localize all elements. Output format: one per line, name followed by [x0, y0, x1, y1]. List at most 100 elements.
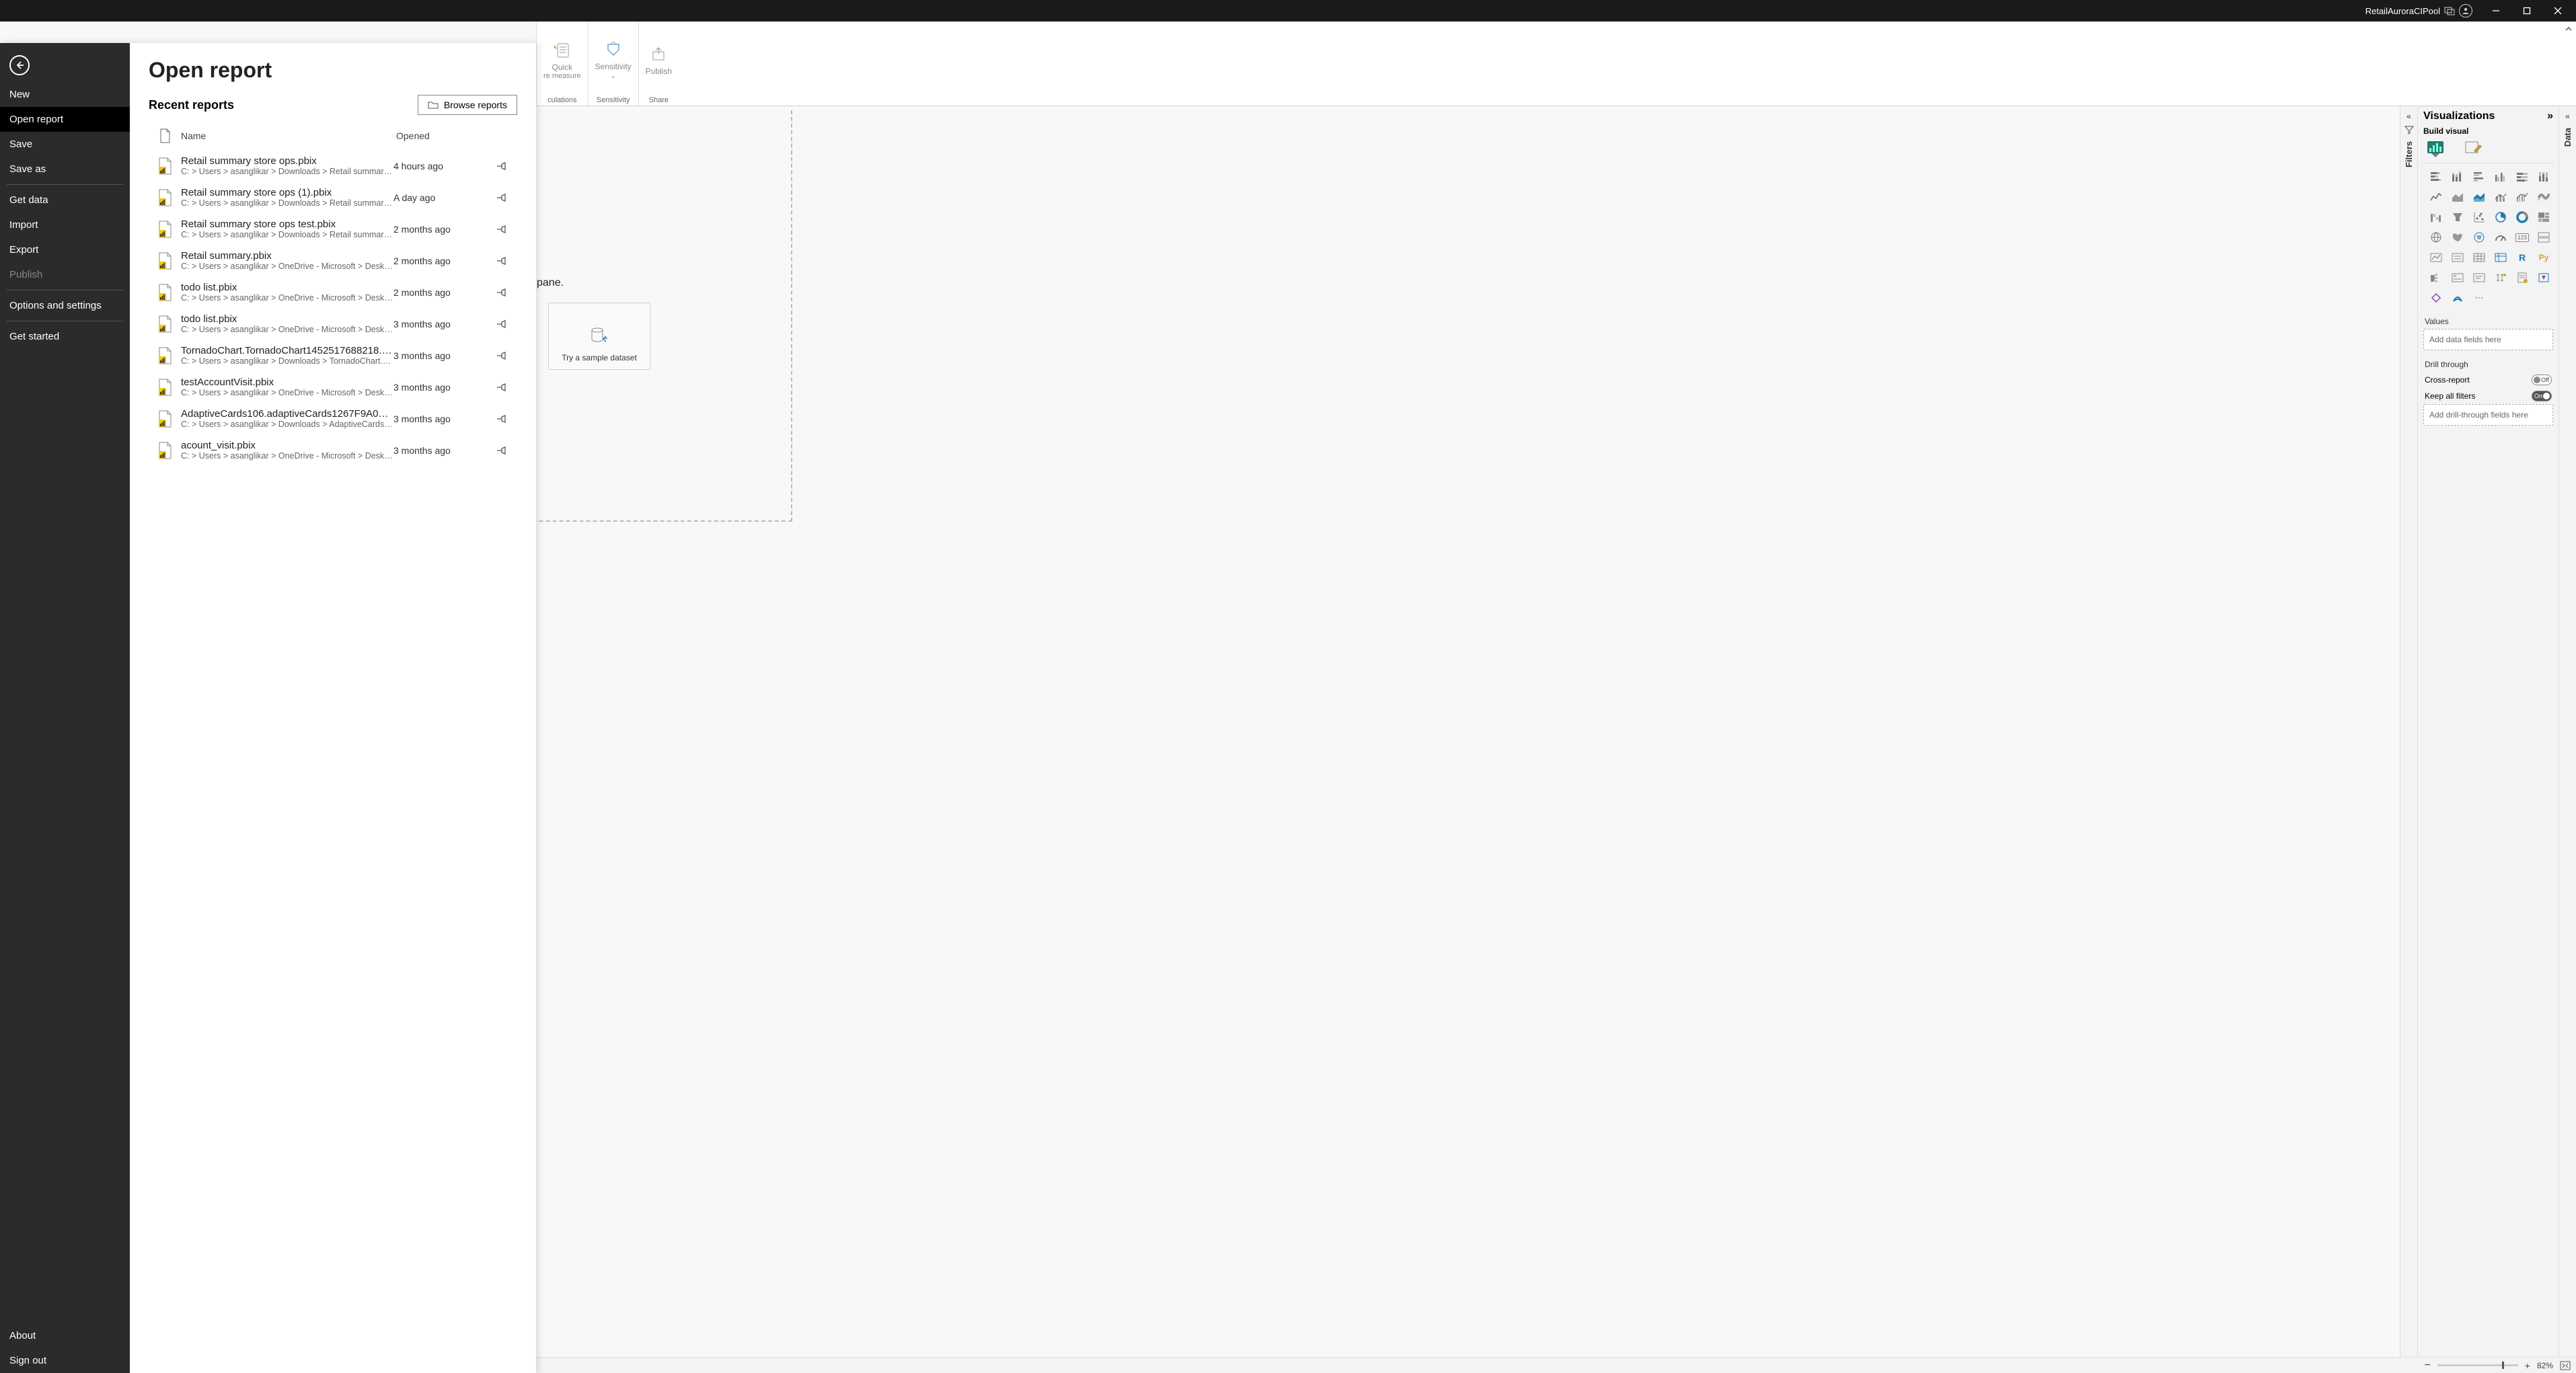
- nav-export[interactable]: Export: [0, 237, 130, 262]
- nav-sign-out[interactable]: Sign out: [0, 1348, 130, 1373]
- key-influencers-icon[interactable]: [2427, 270, 2445, 286]
- sensitivity-button[interactable]: Sensitivity ⌄: [595, 39, 632, 80]
- drill-through-placeholder: Add drill-through fields here: [2429, 410, 2528, 420]
- drill-through-label: Drill through: [2418, 354, 2559, 372]
- report-row[interactable]: Retail summary store ops test.pbixC: > U…: [149, 213, 515, 245]
- line-clustered-column-icon[interactable]: [2513, 189, 2531, 205]
- ribbon-chart-icon[interactable]: [2535, 189, 2552, 205]
- line-stacked-column-icon[interactable]: [2492, 189, 2509, 205]
- nav-save[interactable]: Save: [0, 132, 130, 157]
- smart-narrative-icon[interactable]: [2492, 270, 2509, 286]
- area-chart-icon[interactable]: [2449, 189, 2466, 205]
- card-icon[interactable]: 123: [2513, 229, 2531, 245]
- nav-import[interactable]: Import: [0, 212, 130, 237]
- data-pane-collapsed[interactable]: « Data: [2559, 106, 2576, 1357]
- format-visual-tab[interactable]: [2464, 140, 2483, 156]
- funnel-chart-icon[interactable]: [2449, 209, 2466, 225]
- report-row[interactable]: testAccountVisit.pbixC: > Users > asangl…: [149, 371, 515, 403]
- pin-button[interactable]: [488, 319, 515, 329]
- table-icon[interactable]: [2470, 249, 2488, 266]
- report-row[interactable]: TornadoChart.TornadoChart1452517688218.2…: [149, 340, 515, 371]
- pie-chart-icon[interactable]: [2492, 209, 2509, 225]
- python-visual-icon[interactable]: Py: [2535, 249, 2552, 266]
- paginated-report-icon[interactable]: [2513, 270, 2531, 286]
- power-automate-icon[interactable]: [2427, 290, 2445, 306]
- clustered-bar-chart-icon[interactable]: [2470, 169, 2488, 185]
- nav-about[interactable]: About: [0, 1323, 130, 1348]
- nav-open-report[interactable]: Open report: [0, 107, 130, 132]
- hundred-stacked-bar-icon[interactable]: [2513, 169, 2531, 185]
- fit-to-page-button[interactable]: [2560, 1361, 2571, 1370]
- stacked-bar-chart-icon[interactable]: [2427, 169, 2445, 185]
- clustered-column-chart-icon[interactable]: [2492, 169, 2509, 185]
- waterfall-chart-icon[interactable]: [2427, 209, 2445, 225]
- try-sample-dataset-card[interactable]: Try a sample dataset: [548, 303, 650, 370]
- donut-chart-icon[interactable]: [2513, 209, 2531, 225]
- report-row[interactable]: Retail summary store ops (1).pbixC: > Us…: [149, 182, 515, 213]
- nav-save-as[interactable]: Save as: [0, 157, 130, 182]
- account-area[interactable]: RetailAuroraCIPool: [2365, 4, 2472, 17]
- matrix-icon[interactable]: [2492, 249, 2509, 266]
- scatter-chart-icon[interactable]: [2470, 209, 2488, 225]
- minimize-button[interactable]: [2480, 0, 2511, 22]
- more-visuals-icon[interactable]: ⋯: [2470, 290, 2488, 306]
- report-row[interactable]: todo list.pbixC: > Users > asanglikar > …: [149, 308, 515, 340]
- hundred-stacked-column-icon[interactable]: [2535, 169, 2552, 185]
- nav-get-data[interactable]: Get data: [0, 188, 130, 212]
- pin-button[interactable]: [488, 383, 515, 392]
- arcgis-icon[interactable]: [2449, 290, 2466, 306]
- zoom-in-button[interactable]: +: [2525, 1360, 2530, 1371]
- slicer-icon[interactable]: [2449, 249, 2466, 266]
- browse-reports-button[interactable]: Browse reports: [418, 95, 517, 115]
- filled-map-icon[interactable]: [2449, 229, 2466, 245]
- pin-button[interactable]: [488, 161, 515, 171]
- build-visual-tab[interactable]: [2426, 140, 2445, 156]
- pin-button[interactable]: [488, 446, 515, 455]
- nav-get-started[interactable]: Get started: [0, 324, 130, 349]
- chevron-right-icon[interactable]: »: [2547, 110, 2553, 122]
- nav-new[interactable]: New: [0, 82, 130, 107]
- filters-pane-collapsed[interactable]: « Filters: [2400, 106, 2417, 1357]
- pin-button[interactable]: [488, 414, 515, 424]
- keep-filters-toggle[interactable]: On: [2532, 391, 2552, 401]
- kpi-icon[interactable]: [2427, 249, 2445, 266]
- chevron-left-icon[interactable]: «: [2407, 112, 2411, 121]
- pin-button[interactable]: [488, 351, 515, 360]
- report-row[interactable]: AdaptiveCards106.adaptiveCards1267F9A029…: [149, 403, 515, 434]
- nav-options[interactable]: Options and settings: [0, 293, 130, 318]
- report-row[interactable]: todo list.pbixC: > Users > asanglikar > …: [149, 276, 515, 308]
- opened-column-header[interactable]: Opened: [396, 130, 490, 141]
- pin-button[interactable]: [488, 225, 515, 234]
- report-row[interactable]: acount_visit.pbixC: > Users > asanglikar…: [149, 434, 515, 466]
- gauge-icon[interactable]: [2492, 229, 2509, 245]
- pin-button[interactable]: [488, 193, 515, 202]
- back-button[interactable]: [9, 55, 30, 75]
- power-apps-icon[interactable]: [2535, 270, 2552, 286]
- maximize-button[interactable]: [2511, 0, 2542, 22]
- line-chart-icon[interactable]: [2427, 189, 2445, 205]
- pin-button[interactable]: [488, 256, 515, 266]
- r-visual-icon[interactable]: R: [2513, 249, 2531, 266]
- name-column-header[interactable]: Name: [181, 130, 396, 141]
- stacked-area-chart-icon[interactable]: [2470, 189, 2488, 205]
- drill-through-well[interactable]: Add drill-through fields here: [2423, 404, 2553, 426]
- zoom-out-button[interactable]: −: [2424, 1360, 2430, 1372]
- close-button[interactable]: [2542, 0, 2573, 22]
- treemap-icon[interactable]: [2535, 209, 2552, 225]
- values-well[interactable]: Add data fields here: [2423, 329, 2553, 350]
- map-icon[interactable]: [2427, 229, 2445, 245]
- pin-button[interactable]: [488, 288, 515, 297]
- qna-icon[interactable]: [2470, 270, 2488, 286]
- decomposition-tree-icon[interactable]: [2449, 270, 2466, 286]
- report-row[interactable]: Retail summary.pbixC: > Users > asanglik…: [149, 245, 515, 276]
- quick-measure-button[interactable]: Quick re measure: [543, 40, 581, 80]
- cross-report-toggle[interactable]: Off: [2532, 375, 2552, 385]
- azure-map-icon[interactable]: [2470, 229, 2488, 245]
- stacked-column-chart-icon[interactable]: [2449, 169, 2466, 185]
- ribbon-collapse-button[interactable]: [2561, 22, 2576, 106]
- report-row[interactable]: Retail summary store ops.pbixC: > Users …: [149, 150, 515, 182]
- publish-button[interactable]: Publish: [646, 44, 672, 76]
- chevron-left-icon[interactable]: «: [2565, 112, 2570, 121]
- multirow-card-icon[interactable]: [2535, 229, 2552, 245]
- zoom-slider[interactable]: [2437, 1364, 2518, 1366]
